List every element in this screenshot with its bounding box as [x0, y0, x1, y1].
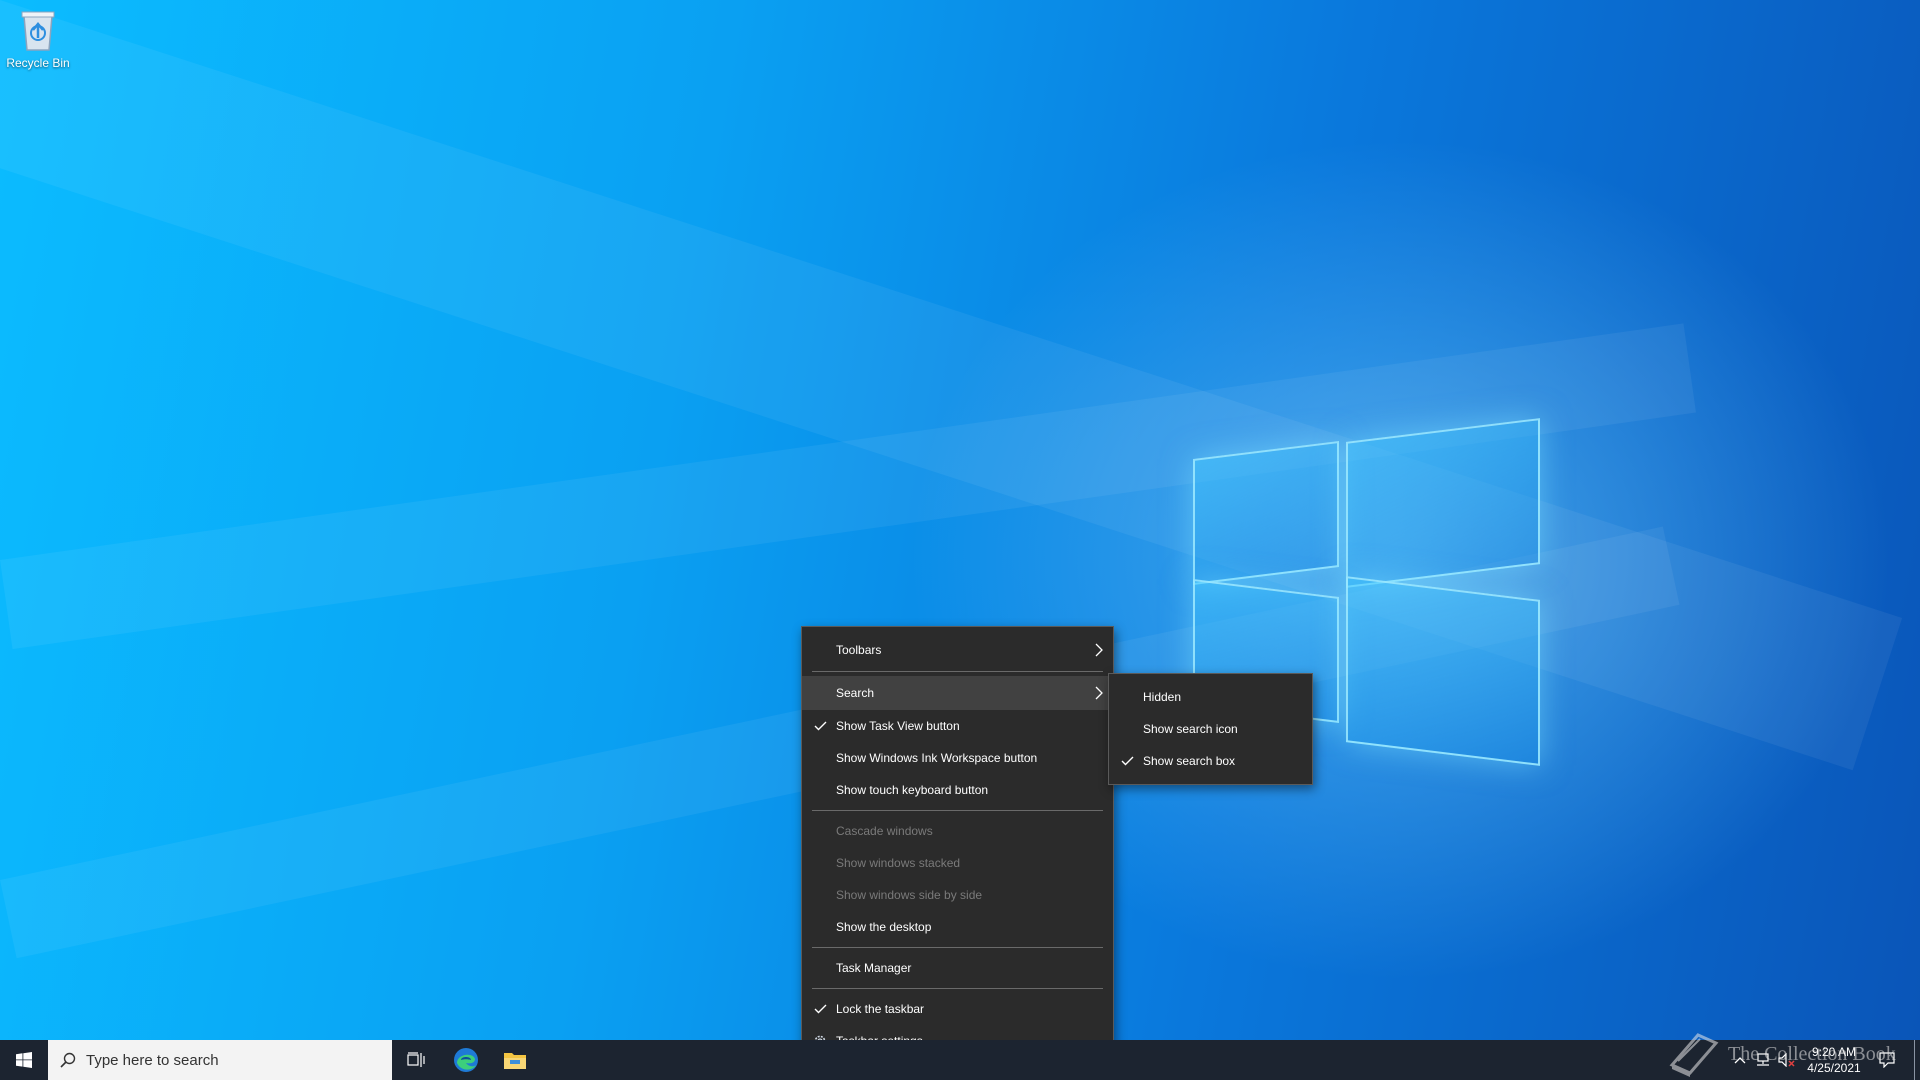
logo-pane [1346, 576, 1540, 766]
menu-item-label: Search [836, 686, 875, 700]
edge-button[interactable] [442, 1040, 490, 1080]
task-view-button[interactable] [392, 1040, 440, 1080]
checkmark-icon [1119, 745, 1135, 777]
recycle-bin-icon [21, 11, 55, 51]
menu-item-lock-taskbar[interactable]: Lock the taskbar [802, 993, 1113, 1025]
windows-logo-icon [16, 1052, 32, 1068]
menu-item-windows-side-by-side: Show windows side by side [802, 879, 1113, 911]
search-submenu: Hidden Show search icon Show search box [1108, 673, 1313, 785]
search-icon [60, 1052, 76, 1068]
menu-item-windows-stacked: Show windows stacked [802, 847, 1113, 879]
menu-item-label: Show windows side by side [836, 888, 983, 902]
menu-item-label: Lock the taskbar [836, 1002, 925, 1016]
menu-item-label: Show the desktop [836, 920, 932, 934]
start-button[interactable] [0, 1040, 48, 1080]
menu-item-label: Show touch keyboard button [836, 783, 989, 797]
menu-item-label: Show search icon [1143, 722, 1238, 736]
checkmark-icon [812, 993, 828, 1025]
menu-separator [812, 810, 1103, 811]
logo-pane [1346, 418, 1540, 588]
search-placeholder: Type here to search [86, 1051, 219, 1069]
menu-item-label: Show Windows Ink Workspace button [836, 751, 1038, 765]
menu-item-label: Toolbars [836, 643, 882, 657]
chevron-right-icon [1095, 633, 1103, 667]
taskbar: Type here to search 9:20 AM 4/25/2021 [0, 1040, 1920, 1080]
menu-item-show-task-view[interactable]: Show Task View button [802, 710, 1113, 742]
menu-item-label: Hidden [1143, 690, 1182, 704]
menu-item-label: Show search box [1143, 754, 1236, 768]
menu-separator [812, 947, 1103, 948]
taskbar-search-box[interactable]: Type here to search [48, 1040, 392, 1080]
menu-item-label: Show windows stacked [836, 856, 961, 870]
task-view-icon [407, 1052, 425, 1067]
menu-separator [812, 671, 1103, 672]
menu-item-show-ink-workspace[interactable]: Show Windows Ink Workspace button [802, 742, 1113, 774]
recycle-bin-shortcut[interactable]: Recycle Bin [4, 8, 72, 70]
menu-separator [812, 988, 1103, 989]
taskbar-context-menu: Toolbars Search Show Task View button Sh… [801, 626, 1114, 1064]
logo-pane [1193, 441, 1339, 585]
show-desktop-button[interactable] [1914, 1040, 1919, 1080]
menu-item-label: Cascade windows [836, 824, 933, 838]
book-icon [1669, 1033, 1719, 1077]
chevron-right-icon [1095, 676, 1103, 710]
menu-item-show-desktop[interactable]: Show the desktop [802, 911, 1113, 943]
submenu-item-hidden[interactable]: Hidden [1109, 681, 1312, 713]
menu-item-toolbars[interactable]: Toolbars [802, 633, 1113, 667]
file-explorer-icon [504, 1053, 526, 1069]
recycle-bin-label: Recycle Bin [6, 56, 70, 70]
menu-item-task-manager[interactable]: Task Manager [802, 952, 1113, 984]
edge-icon [454, 1048, 478, 1072]
menu-item-label: Task Manager [836, 961, 912, 975]
submenu-item-show-search-box[interactable]: Show search box [1109, 745, 1312, 777]
watermark: The Collection Book [1668, 1028, 1908, 1080]
menu-item-show-touch-keyboard[interactable]: Show touch keyboard button [802, 774, 1113, 806]
menu-item-label: Show Task View button [836, 719, 960, 733]
menu-item-search[interactable]: Search [802, 676, 1113, 710]
watermark-text: The Collection Book [1728, 1042, 1896, 1065]
file-explorer-button[interactable] [491, 1040, 539, 1080]
menu-item-cascade-windows: Cascade windows [802, 815, 1113, 847]
submenu-item-show-search-icon[interactable]: Show search icon [1109, 713, 1312, 745]
checkmark-icon [812, 710, 828, 742]
